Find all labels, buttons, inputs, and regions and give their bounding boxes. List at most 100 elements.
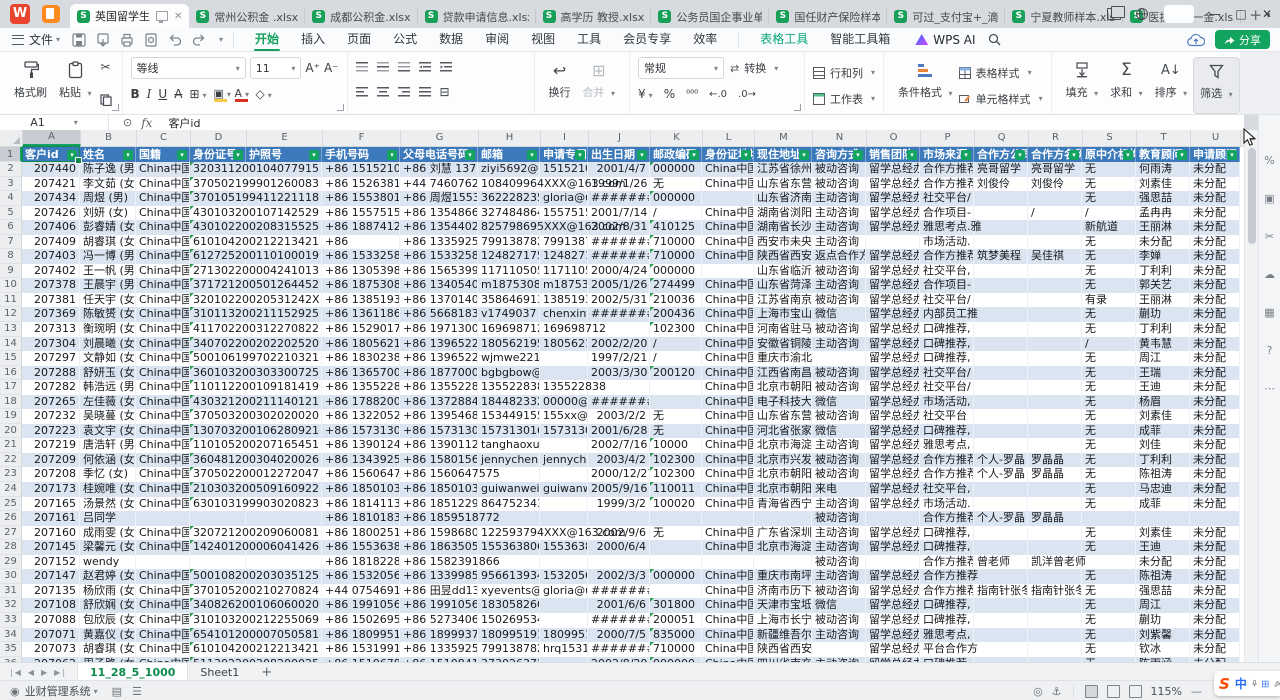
row-header-27[interactable]: 27 xyxy=(0,526,22,541)
cell[interactable]: 杨欣雨 (女) xyxy=(80,584,136,599)
eye-protect-icon[interactable]: ◎ xyxy=(1033,685,1043,698)
print-icon[interactable] xyxy=(120,33,134,47)
cell[interactable] xyxy=(650,511,702,526)
cell[interactable]: +86 15263810 xyxy=(322,177,400,192)
cell[interactable]: 来电 xyxy=(812,482,866,497)
cell[interactable]: 社交平台/ xyxy=(920,293,974,308)
cell[interactable]: 微信 xyxy=(812,395,866,410)
cell[interactable]: 文静如 (女) xyxy=(80,351,136,366)
cell[interactable]: +86 1851229020 xyxy=(400,497,478,512)
cell[interactable]: 169698712 xyxy=(540,322,588,337)
cell[interactable]: 山东省东营 xyxy=(754,177,812,192)
cell[interactable] xyxy=(1028,380,1082,395)
cell[interactable]: 207135 xyxy=(22,584,80,599)
cell[interactable]: 留学总经办 xyxy=(866,206,920,221)
cell[interactable]: 207369 xyxy=(22,307,80,322)
cell[interactable]: 无 xyxy=(1082,598,1136,613)
cell[interactable]: +86 1560647575 xyxy=(400,467,478,482)
cell[interactable] xyxy=(702,264,754,279)
cell[interactable]: China中国 xyxy=(702,351,754,366)
cell[interactable]: 主动咨询 xyxy=(812,278,866,293)
cell[interactable]: 重庆市渝北 xyxy=(754,351,812,366)
cell[interactable]: 上海市宝山 xyxy=(754,307,812,322)
cell[interactable]: 雅思考点, xyxy=(920,438,974,453)
cell[interactable] xyxy=(812,351,866,366)
cell[interactable]: 358646913 xyxy=(478,293,540,308)
cell[interactable]: jennychen xyxy=(478,453,540,468)
table-style-button[interactable]: 表格样式▾ xyxy=(959,63,1043,83)
cell[interactable]: +86 周煜155380 xyxy=(400,191,478,206)
cell[interactable]: +86 15731301 xyxy=(322,424,400,439)
cell[interactable]: 留学总经办 xyxy=(866,380,920,395)
doc-tab[interactable]: S贷款申请信息.xlsx xyxy=(418,5,536,28)
cell[interactable]: 雅思考点.雅 xyxy=(920,220,974,235)
cell[interactable] xyxy=(974,337,1028,352)
cell[interactable]: 122593794XXX@163.com xyxy=(478,526,540,541)
cell[interactable]: 留学总经办 xyxy=(866,162,920,177)
cell[interactable]: 未分配 xyxy=(1190,206,1240,221)
system-chevron-icon[interactable]: ▾ xyxy=(94,687,98,696)
worksheet-button[interactable]: 工作表▾ xyxy=(813,89,875,109)
format-painter-button[interactable]: 格式刷 xyxy=(8,57,53,114)
cell[interactable]: +86 田昱dd1395x xyxy=(400,584,478,599)
cell[interactable]: China中国 xyxy=(702,540,754,555)
cell[interactable]: 610104200212213421 xyxy=(190,235,246,250)
cell[interactable]: 汤景然 (女) xyxy=(80,497,136,512)
cell[interactable]: 口碑推荐, xyxy=(920,526,974,541)
cell[interactable]: 合作方推荐 xyxy=(920,453,974,468)
cell[interactable]: 370105199411221118 xyxy=(190,191,246,206)
cell[interactable]: 183058260 xyxy=(478,598,540,613)
rows-cols-button[interactable]: 行和列▾ xyxy=(813,63,875,83)
cell[interactable]: China中国 xyxy=(702,642,754,657)
cell[interactable]: 江苏省徐州 xyxy=(754,162,812,177)
cell[interactable]: 被动咨询 xyxy=(812,555,866,570)
cell[interactable]: China中国 xyxy=(702,235,754,250)
cell[interactable]: China中国 xyxy=(702,249,754,264)
cell[interactable]: 无 xyxy=(650,424,702,439)
cell[interactable]: 未分配 xyxy=(1190,351,1240,366)
column-header-L[interactable]: L xyxy=(703,130,755,146)
cell[interactable]: 钦冰 xyxy=(1136,642,1190,657)
column-header-O[interactable]: O xyxy=(867,130,921,146)
cell[interactable]: 124827175 xyxy=(540,249,588,264)
cell[interactable]: China中国 xyxy=(702,628,754,643)
cell[interactable]: 新航道 xyxy=(1082,220,1136,235)
merge-button[interactable]: ⊞ 合并 ▾ xyxy=(577,57,622,114)
cell[interactable]: 无 xyxy=(1082,584,1136,599)
header-cell[interactable]: 现住地址▾ xyxy=(754,147,812,162)
cell[interactable]: +86 15606475 xyxy=(322,467,400,482)
cell[interactable]: China中国 xyxy=(136,307,190,322)
split-view-icon[interactable] xyxy=(1107,8,1121,20)
cell[interactable]: 155751588 xyxy=(540,206,588,221)
cell[interactable]: China中国 xyxy=(136,380,190,395)
row-header-31[interactable]: 31 xyxy=(0,584,22,599)
cell[interactable]: +86 18302388 xyxy=(322,351,400,366)
cell[interactable]: 799138782 xyxy=(478,235,540,250)
cell[interactable]: +86 18753080 xyxy=(322,278,400,293)
cell[interactable]: 合作方推荐 xyxy=(920,467,974,482)
cell[interactable]: +86 1533258500 xyxy=(400,249,478,264)
cell[interactable]: 207073 xyxy=(22,642,80,657)
cell[interactable]: China中国 xyxy=(702,162,754,177)
cell[interactable]: China中国 xyxy=(136,235,190,250)
increase-font-icon[interactable]: A⁺ xyxy=(305,61,320,75)
cell[interactable]: 合作方推荐 xyxy=(920,177,974,192)
cell[interactable]: China中国 xyxy=(702,438,754,453)
cell[interactable]: 2002/3/3 xyxy=(588,569,650,584)
cell[interactable] xyxy=(1028,438,1082,453)
cell[interactable]: 327484864 xyxy=(478,206,540,221)
cell[interactable] xyxy=(974,482,1028,497)
number-format-select[interactable]: 常规▾ xyxy=(638,57,724,79)
cell[interactable]: 丁利利 xyxy=(1136,322,1190,337)
cell[interactable]: 00000@qq xyxy=(540,395,588,410)
filter-dropdown-icon[interactable]: ▾ xyxy=(1177,150,1187,160)
header-cell[interactable]: 姓名▾ xyxy=(80,147,136,162)
cell[interactable]: 153449155 xyxy=(478,409,540,424)
cell[interactable] xyxy=(974,598,1028,613)
cell[interactable]: m1875308 xyxy=(478,278,540,293)
cell[interactable] xyxy=(974,366,1028,381)
cell[interactable]: 207265 xyxy=(22,395,80,410)
cell[interactable]: 合作方推荐 xyxy=(920,249,974,264)
header-cell[interactable]: 客户id▾ xyxy=(22,147,80,162)
cell[interactable]: 155xx@163.c xyxy=(540,409,588,424)
